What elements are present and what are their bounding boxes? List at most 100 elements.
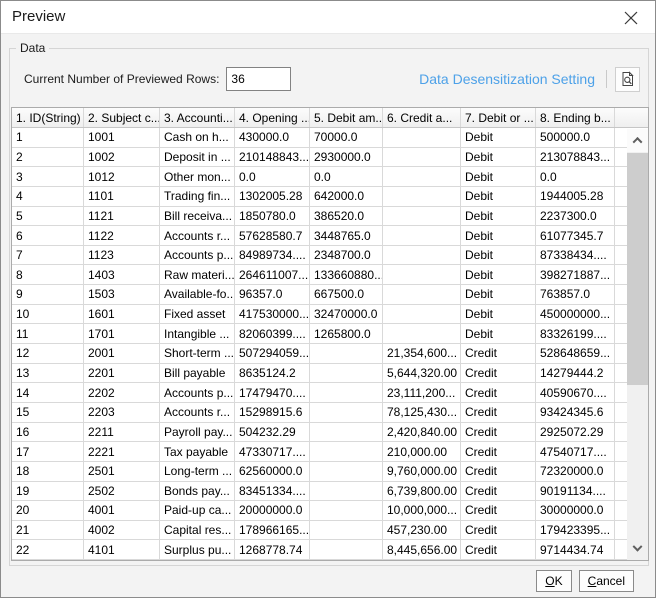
header-filler xyxy=(615,108,648,127)
table-cell: 2930000.0 xyxy=(310,147,383,167)
table-cell: Debit xyxy=(461,245,536,265)
table-cell xyxy=(310,344,383,363)
table-cell: 213078843... xyxy=(536,147,615,167)
column-header[interactable]: 1. ID(String) xyxy=(12,108,84,127)
table-cell: 2,420,840.00 xyxy=(383,422,461,442)
vertical-scrollbar[interactable] xyxy=(627,129,648,560)
table-row[interactable]: 19 2502 Bonds pay... 83451334.... 6,739,800.… xyxy=(12,481,648,502)
table-cell: Debit xyxy=(461,304,536,324)
table-cell: 10,000,000... xyxy=(383,501,461,520)
column-header[interactable]: 2. Subject c... xyxy=(84,108,160,127)
table-cell: 4002 xyxy=(84,520,160,540)
table-cell: 8 xyxy=(12,265,84,285)
table-row[interactable]: 18 2501 Long-term ... 62560000.0 9,760,000.0… xyxy=(12,461,648,482)
dialog-buttons: OK Cancel xyxy=(536,570,634,592)
table-cell: 6 xyxy=(12,226,84,245)
table-cell: 17 xyxy=(12,442,84,461)
column-header[interactable]: 4. Opening ... xyxy=(235,108,310,127)
table-cell: 9 xyxy=(12,285,84,304)
preview-file-button[interactable] xyxy=(615,66,640,92)
document-magnifier-icon xyxy=(622,71,634,86)
table-cell: 1302005.28 xyxy=(235,186,310,206)
table-row[interactable]: 20 4001 Paid-up ca... 20000000.0 10,000,000.… xyxy=(12,501,648,521)
table-row[interactable]: 10 1601 Fixed asset 417530000... 32470000.0 D… xyxy=(12,304,648,325)
table-cell xyxy=(310,422,383,442)
table-row[interactable]: 4 1101 Trading fin... 1302005.28 642000.0 Deb… xyxy=(12,186,648,207)
table-cell: Trading fin... xyxy=(160,186,235,206)
table-row[interactable]: 16 2211 Payroll pay... 504232.29 2,420,840.0… xyxy=(12,422,648,443)
table-row[interactable]: 14 2202 Accounts p... 17479470.... 23,111,20… xyxy=(12,383,648,403)
preview-dialog: Preview Data Current Number of Previewed… xyxy=(0,0,656,598)
scroll-down-button[interactable] xyxy=(627,538,648,560)
table-cell: 96357.0 xyxy=(235,285,310,304)
column-header[interactable]: 8. Ending b... xyxy=(536,108,615,127)
table-row[interactable]: 17 2221 Tax payable 47330717.... 210,000.00 C… xyxy=(12,442,648,462)
table-cell: 2203 xyxy=(84,402,160,422)
table-cell: 22 xyxy=(12,540,84,560)
table-row[interactable]: 13 2201 Bill payable 8635124.2 5,644,320.00 C… xyxy=(12,363,648,384)
desensitization-link[interactable]: Data Desensitization Setting xyxy=(419,71,595,87)
table-row[interactable]: 8 1403 Raw materi... 264611007... 133660880.… xyxy=(12,265,648,286)
table-cell: Credit xyxy=(461,422,536,442)
table-cell xyxy=(310,520,383,540)
table-cell: 642000.0 xyxy=(310,186,383,206)
table-cell: 70000.0 xyxy=(310,128,383,147)
table-cell: Short-term ... xyxy=(160,344,235,363)
toolbar-separator xyxy=(606,70,607,88)
close-icon xyxy=(624,11,638,25)
table-row[interactable]: 2 1002 Deposit in ... 210148843... 2930000.0… xyxy=(12,147,648,168)
table-cell: 8635124.2 xyxy=(235,363,310,383)
ok-button[interactable]: OK xyxy=(536,570,572,592)
table-cell: 11 xyxy=(12,324,84,344)
table-row[interactable]: 1 1001 Cash on h... 430000.0 70000.0 Debit 500… xyxy=(12,128,648,148)
table-cell: Credit xyxy=(461,442,536,461)
table-cell xyxy=(310,383,383,402)
cancel-button[interactable]: Cancel xyxy=(578,570,634,592)
column-header[interactable]: 3. Accounti... xyxy=(160,108,235,127)
table-cell: 32470000.0 xyxy=(310,304,383,324)
table-cell: Accounts p... xyxy=(160,245,235,265)
table-cell: 84989734.... xyxy=(235,245,310,265)
table-cell xyxy=(310,363,383,383)
table-cell: 9,760,000.00 xyxy=(383,461,461,481)
table-row[interactable]: 7 1123 Accounts p... 84989734.... 2348700.0 D… xyxy=(12,245,648,266)
close-button[interactable] xyxy=(617,6,645,30)
table-cell: 210148843... xyxy=(235,147,310,167)
table-cell: Accounts r... xyxy=(160,402,235,422)
column-header[interactable]: 7. Debit or ... xyxy=(461,108,536,127)
table-row[interactable]: 3 1012 Other mon... 0.0 0.0 Debit 0.0 xyxy=(12,167,648,187)
table-row[interactable]: 11 1701 Intangible ... 82060399.... 1265800.… xyxy=(12,324,648,345)
table-cell: 179423395... xyxy=(536,520,615,540)
dialog-title: Preview xyxy=(12,8,66,25)
scroll-up-button[interactable] xyxy=(627,129,648,152)
table-cell: 178966165... xyxy=(235,520,310,540)
column-header[interactable]: 5. Debit am... xyxy=(310,108,383,127)
table-cell: 47540717.... xyxy=(536,442,615,461)
table-row[interactable]: 6 1122 Accounts r... 57628580.7 3448765.0 Deb… xyxy=(12,226,648,246)
table-cell: Credit xyxy=(461,481,536,501)
table-cell: Credit xyxy=(461,363,536,383)
table-row[interactable]: 12 2001 Short-term ... 507294059... 21,354,6… xyxy=(12,344,648,364)
table-cell: 5 xyxy=(12,206,84,226)
table-cell: Debit xyxy=(461,285,536,304)
table-cell: Cash on h... xyxy=(160,128,235,147)
table-cell: 763857.0 xyxy=(536,285,615,304)
data-groupbox: Data Current Number of Previewed Rows: D… xyxy=(9,41,649,566)
table-cell: 386520.0 xyxy=(310,206,383,226)
table-row[interactable]: 5 1121 Bill receiva... 1850780.0 386520.0 Deb… xyxy=(12,206,648,227)
table-cell: Deposit in ... xyxy=(160,147,235,167)
data-table: 1. ID(String) 2. Subject c... 3. Accounti.… xyxy=(11,107,649,561)
rows-count-input[interactable] xyxy=(226,67,292,91)
table-row[interactable]: 15 2203 Accounts r... 15298915.6 78,125,430.… xyxy=(12,402,648,423)
table-row[interactable]: 22 4101 Surplus pu... 1268778.74 8,445,656.0… xyxy=(12,540,648,561)
table-cell: 398271887... xyxy=(536,265,615,285)
table-cell: 57628580.7 xyxy=(235,226,310,245)
table-row[interactable]: 21 4002 Capital res... 178966165... 457,230.… xyxy=(12,520,648,541)
chevron-up-icon xyxy=(632,136,643,147)
table-cell: 82060399.... xyxy=(235,324,310,344)
table-cell: 83326199.... xyxy=(536,324,615,344)
column-header[interactable]: 6. Credit a... xyxy=(383,108,461,127)
scrollbar-thumb[interactable] xyxy=(627,153,648,385)
table-cell: 4 xyxy=(12,186,84,206)
table-row[interactable]: 9 1503 Available-fo... 96357.0 667500.0 Debit… xyxy=(12,285,648,305)
